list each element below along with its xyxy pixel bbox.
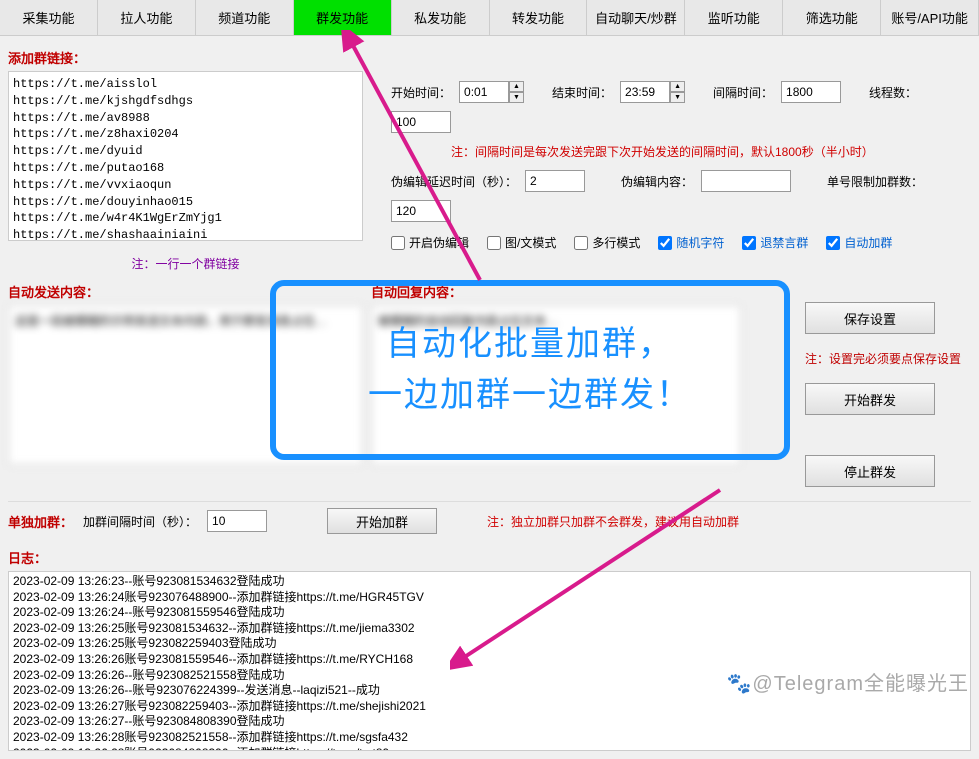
threads-input[interactable] <box>391 111 451 133</box>
auto-reply-textarea[interactable]: 被模糊的自动回复内容占位文本… <box>371 305 741 465</box>
spin-down-icon[interactable]: ▼ <box>670 92 685 103</box>
checkbox-image-text[interactable]: 图/文模式 <box>487 234 556 251</box>
start-time-spinner[interactable]: ▲▼ <box>459 81 524 103</box>
stop-send-button[interactable]: 停止群发 <box>805 455 935 487</box>
link-line: https://t.me/dyuid <box>13 143 358 160</box>
link-line: https://t.me/z8haxi0204 <box>13 126 358 143</box>
top-tabs: 采集功能拉人功能频道功能群发功能私发功能转发功能自动聊天/炒群监听功能筛选功能账… <box>0 0 979 36</box>
spin-up-icon[interactable]: ▲ <box>509 81 524 92</box>
checkbox-random-char[interactable]: 随机字符 <box>658 234 724 251</box>
limit-input[interactable] <box>391 200 451 222</box>
link-line: https://t.me/av8988 <box>13 110 358 127</box>
fake-edit-content-label: 伪编辑内容： <box>621 173 693 190</box>
fake-edit-delay-label: 伪编辑延迟时间（秒）： <box>391 173 517 190</box>
log-line: 2023-02-09 13:26:28账号923082521558--添加群链接… <box>13 730 966 746</box>
log-line: 2023-02-09 13:26:27--账号923084808390登陆成功 <box>13 714 966 730</box>
log-line: 2023-02-09 13:26:23--账号923081534632登陆成功 <box>13 574 966 590</box>
checkbox-multiline[interactable]: 多行模式 <box>574 234 640 251</box>
link-line: https://t.me/aisslol <box>13 76 358 93</box>
interval-label: 间隔时间： <box>713 84 773 101</box>
log-line: 2023-02-09 13:26:24--账号923081559546登陆成功 <box>13 605 966 621</box>
threads-label: 线程数： <box>869 84 917 101</box>
checkbox-fake-edit[interactable]: 开启伪编辑 <box>391 234 469 251</box>
tab-4[interactable]: 私发功能 <box>392 0 490 35</box>
end-time-input[interactable] <box>620 81 670 103</box>
log-line: 2023-02-09 13:26:25账号923081534632--添加群链接… <box>13 621 966 637</box>
watermark: 🐾@Telegram全能曝光王 <box>727 667 969 696</box>
start-send-button[interactable]: 开始群发 <box>805 383 935 415</box>
checkbox-leave-muted[interactable]: 退禁言群 <box>742 234 808 251</box>
main-content: 添加群链接： https://t.me/aisslolhttps://t.me/… <box>0 36 979 759</box>
auto-send-label: 自动发送内容： <box>8 282 363 301</box>
link-line: https://t.me/vvxiaoqun <box>13 177 358 194</box>
tab-9[interactable]: 账号/API功能 <box>881 0 979 35</box>
checkbox-auto-join[interactable]: 自动加群 <box>826 234 892 251</box>
log-textarea[interactable]: 2023-02-09 13:26:23--账号923081534632登陆成功2… <box>8 571 971 751</box>
fake-edit-content-input[interactable] <box>701 170 791 192</box>
log-line: 2023-02-09 13:26:26账号923081559546--添加群链接… <box>13 652 966 668</box>
end-time-label: 结束时间： <box>552 84 612 101</box>
solo-interval-input[interactable] <box>207 510 267 532</box>
start-join-button[interactable]: 开始加群 <box>327 508 437 534</box>
start-time-label: 开始时间： <box>391 84 451 101</box>
link-line: https://t.me/shashaainiaini <box>13 227 358 241</box>
tab-7[interactable]: 监听功能 <box>685 0 783 35</box>
spin-down-icon[interactable]: ▼ <box>509 92 524 103</box>
tab-5[interactable]: 转发功能 <box>490 0 588 35</box>
links-note: 注：一行一个群链接 <box>8 255 363 272</box>
solo-note: 注：独立加群只加群不会群发，建议用自动加群 <box>487 513 739 530</box>
log-label: 日志： <box>8 548 971 567</box>
auto-reply-label: 自动回复内容： <box>371 282 741 301</box>
start-time-input[interactable] <box>459 81 509 103</box>
link-line: https://t.me/douyinhao015 <box>13 194 358 211</box>
solo-interval-label: 加群间隔时间（秒）： <box>83 513 197 530</box>
spin-up-icon[interactable]: ▲ <box>670 81 685 92</box>
tab-6[interactable]: 自动聊天/炒群 <box>587 0 685 35</box>
tab-8[interactable]: 筛选功能 <box>783 0 881 35</box>
tab-0[interactable]: 采集功能 <box>0 0 98 35</box>
interval-note: 注：间隔时间是每次发送完跟下次开始发送的间隔时间，默认1800秒（半小时） <box>451 143 874 160</box>
log-line: 2023-02-09 13:26:25账号923082259403登陆成功 <box>13 636 966 652</box>
tab-3[interactable]: 群发功能 <box>294 0 392 35</box>
log-line: 2023-02-09 13:26:24账号923076488900--添加群链接… <box>13 590 966 606</box>
end-time-spinner[interactable]: ▲▼ <box>620 81 685 103</box>
fake-edit-delay-input[interactable] <box>525 170 585 192</box>
solo-join-label: 单独加群： <box>8 512 73 531</box>
save-settings-button[interactable]: 保存设置 <box>805 302 935 334</box>
link-line: https://t.me/w4r4K1WgErZmYjg1 <box>13 210 358 227</box>
log-line: 2023-02-09 13:26:27账号923082259403--添加群链接… <box>13 699 966 715</box>
save-note: 注：设置完必须要点保存设置 <box>805 350 961 367</box>
link-line: https://t.me/kjshgdfsdhgs <box>13 93 358 110</box>
link-line: https://t.me/putao168 <box>13 160 358 177</box>
tab-2[interactable]: 频道功能 <box>196 0 294 35</box>
auto-send-textarea[interactable]: 这是一段被模糊的示例发送文本内容，用于群发消息占位… <box>8 305 363 465</box>
interval-input[interactable] <box>781 81 841 103</box>
tab-1[interactable]: 拉人功能 <box>98 0 196 35</box>
add-links-label: 添加群链接： <box>8 48 971 67</box>
limit-label: 单号限制加群数： <box>827 173 923 190</box>
group-links-textarea[interactable]: https://t.me/aisslolhttps://t.me/kjshgdf… <box>8 71 363 241</box>
log-line: 2023-02-09 13:26:28账号923084808390--添加群链接… <box>13 746 966 751</box>
